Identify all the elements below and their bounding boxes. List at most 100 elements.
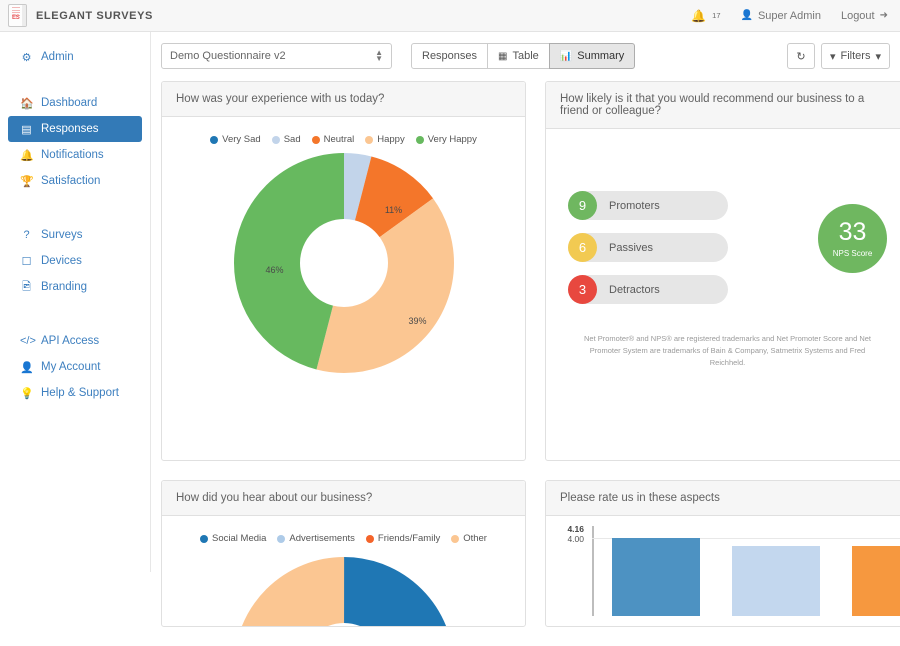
image-icon: 🖻 xyxy=(22,280,31,293)
user-icon: 👤 xyxy=(740,10,753,21)
legend-label: Sad xyxy=(283,134,301,145)
sidebar-item-responses[interactable]: ▤ Responses xyxy=(8,116,142,142)
tab-summary[interactable]: 📊 Summary xyxy=(548,43,636,69)
experience-donut-chart[interactable]: 11% 39% 46% xyxy=(233,153,454,373)
lightbulb-icon: 💡 xyxy=(20,387,34,400)
logo-text: ES xyxy=(12,15,20,21)
notifications-button[interactable]: 🔔 17 xyxy=(691,10,720,22)
bar-chart-icon: 📊 xyxy=(559,50,573,62)
experience-legend: Very Sad Sad Neutral Happy Very Happy xyxy=(162,117,525,145)
nps-row-passives[interactable]: 6 Passives xyxy=(568,233,728,262)
home-icon: 🏠 xyxy=(20,97,34,110)
y-axis-line xyxy=(592,526,594,616)
legend-swatch-icon xyxy=(277,534,286,543)
brand[interactable]: ES ELEGANT SURVEYS xyxy=(0,4,153,27)
tablet-icon: ☐ xyxy=(21,255,32,268)
legend-item[interactable]: Neutral xyxy=(311,134,355,145)
legend-item[interactable]: Sad xyxy=(271,134,301,145)
sidebar-item-label: Dashboard xyxy=(41,97,98,109)
legend-item[interactable]: Very Sad xyxy=(210,134,261,145)
tab-label: Table xyxy=(512,50,539,62)
legend-swatch-icon xyxy=(271,135,280,144)
tab-label: Responses xyxy=(422,50,478,62)
survey-select[interactable]: Demo Questionnaire v2 ▲ ▼ xyxy=(161,43,392,69)
tab-table[interactable]: ▦ Table xyxy=(487,43,550,69)
legend-swatch-icon xyxy=(365,534,374,543)
bar-aspect-1[interactable] xyxy=(612,538,700,616)
legend-swatch-icon xyxy=(415,135,424,144)
legend-item[interactable]: Social Media xyxy=(200,533,266,544)
sidebar-item-admin[interactable]: ⚙ Admin xyxy=(8,44,142,70)
bar-aspect-3[interactable] xyxy=(852,546,900,616)
sidebar-item-satisfaction[interactable]: 🏆 Satisfaction xyxy=(8,168,142,194)
sidebar-item-label: Responses xyxy=(41,123,99,135)
refresh-icon: ↻ xyxy=(796,50,806,63)
rate-aspects-bar-chart[interactable]: 4.16 4.00 xyxy=(546,516,900,616)
sidebar-item-help-support[interactable]: 💡 Help & Support xyxy=(8,380,142,406)
legend-item[interactable]: Other xyxy=(451,533,487,544)
sidebar-divider xyxy=(0,70,150,90)
donut-value-label: 46% xyxy=(265,265,284,275)
sidebar-divider xyxy=(0,300,150,328)
nps-score-caption: NPS Score xyxy=(832,248,873,258)
filters-button[interactable]: ▾ Filters ▾ xyxy=(820,43,890,69)
tab-responses[interactable]: Responses xyxy=(411,43,489,69)
card-rate-aspects: Please rate us in these aspects 4.16 4.0… xyxy=(545,480,900,627)
trophy-icon: 🏆 xyxy=(20,175,34,188)
sidebar-item-label: My Account xyxy=(41,361,101,373)
list-icon: ▤ xyxy=(21,123,32,136)
user-menu[interactable]: 👤 Super Admin xyxy=(741,10,821,22)
refresh-button[interactable]: ↻ xyxy=(786,43,815,69)
legend-label: Very Sad xyxy=(222,134,261,145)
sidebar-item-label: Satisfaction xyxy=(41,175,101,187)
nps-count: 3 xyxy=(568,275,597,304)
bell-icon: 🔔 xyxy=(691,8,707,23)
survey-select-value: Demo Questionnaire v2 xyxy=(170,50,286,62)
sidebar-item-my-account[interactable]: 👤 My Account xyxy=(8,354,142,380)
y-tick-max: 4.16 xyxy=(567,524,584,534)
sidebar-item-devices[interactable]: ☐ Devices xyxy=(8,248,142,274)
card-title: How did you hear about our business? xyxy=(162,481,525,516)
app-logo-icon: ES xyxy=(8,4,27,27)
legend-label: Neutral xyxy=(323,134,355,145)
sidebar-item-notifications[interactable]: 🔔 Notifications xyxy=(8,142,142,168)
legend-item[interactable]: Friends/Family xyxy=(365,533,440,544)
notification-count-badge: 17 xyxy=(712,11,721,20)
legend-label: Other xyxy=(463,533,487,544)
nps-count: 9 xyxy=(568,191,597,220)
hear-about-donut-chart[interactable] xyxy=(233,557,454,626)
donut-value-label: 39% xyxy=(408,316,427,326)
nps-label: Detractors xyxy=(609,283,660,296)
nps-score-badge: 33 NPS Score xyxy=(818,204,887,273)
legend-swatch-icon xyxy=(451,534,460,543)
legend-item[interactable]: Very Happy xyxy=(415,134,477,145)
sidebar-item-surveys[interactable]: ? Surveys xyxy=(8,222,142,248)
card-hear-about: How did you hear about our business? Soc… xyxy=(161,480,526,627)
legend-item[interactable]: Advertisements xyxy=(277,533,355,544)
donut-value-label: 11% xyxy=(384,205,403,215)
sidebar-item-label: Help & Support xyxy=(41,387,119,399)
table-icon: ▦ xyxy=(498,50,508,62)
sign-out-icon: ➜ xyxy=(879,10,888,21)
user-icon: 👤 xyxy=(20,361,34,374)
logout-button[interactable]: Logout ➜ xyxy=(841,10,888,22)
legend-swatch-icon xyxy=(200,534,209,543)
bar-aspect-2[interactable] xyxy=(732,546,820,616)
legend-item[interactable]: Happy xyxy=(365,134,405,145)
legend-swatch-icon xyxy=(311,135,320,144)
sidebar-item-label: Devices xyxy=(41,255,82,267)
toolbar: Demo Questionnaire v2 ▲ ▼ Responses ▦ Tab… xyxy=(161,42,890,70)
sidebar-item-api-access[interactable]: </> API Access xyxy=(8,328,142,354)
nps-count: 6 xyxy=(568,233,597,262)
donut-svg xyxy=(233,557,454,626)
nps-row-promoters[interactable]: 9 Promoters xyxy=(568,191,728,220)
sidebar-item-branding[interactable]: 🖻 Branding xyxy=(8,274,142,300)
nps-score-value: 33 xyxy=(838,217,867,246)
y-axis-tick-labels: 4.16 4.00 xyxy=(554,524,584,544)
donut-svg xyxy=(233,153,454,373)
sidebar-item-dashboard[interactable]: 🏠 Dashboard xyxy=(8,90,142,116)
nps-row-detractors[interactable]: 3 Detractors xyxy=(568,275,728,304)
filters-label: Filters xyxy=(840,50,871,62)
bell-icon: 🔔 xyxy=(20,149,34,162)
user-name: Super Admin xyxy=(757,9,821,22)
